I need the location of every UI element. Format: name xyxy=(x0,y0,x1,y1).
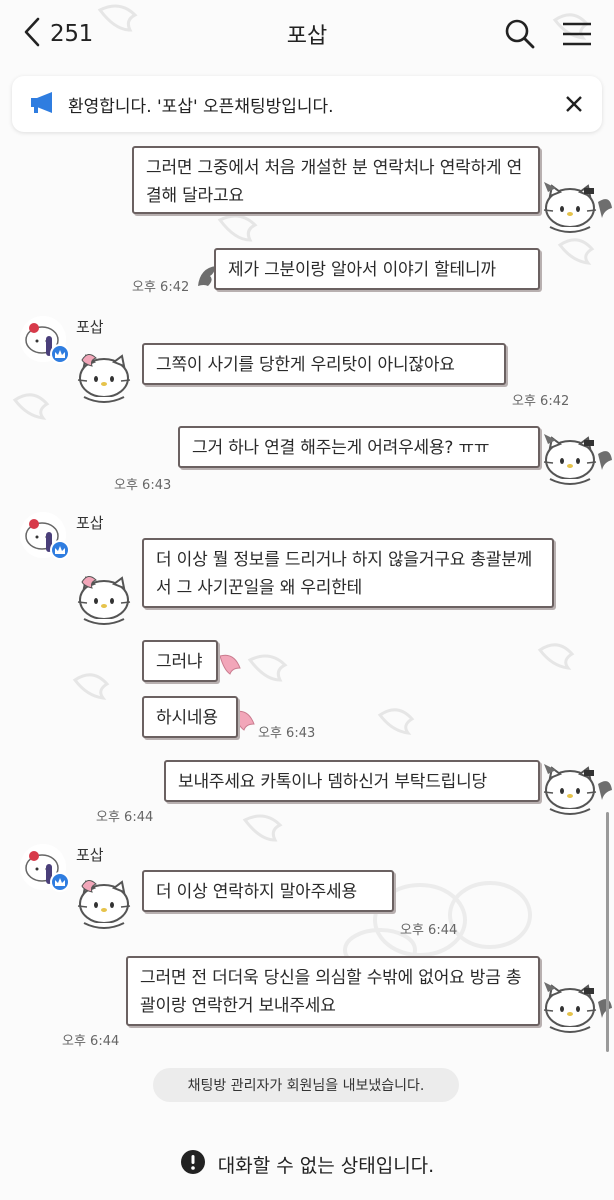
timestamp: 오후 6:43 xyxy=(114,478,172,493)
kitty-devil-sticker-icon xyxy=(543,182,612,233)
status-text: 대화할 수 없는 상태입니다. xyxy=(217,1154,435,1177)
kitty-bow-sticker-icon xyxy=(77,576,131,625)
other-message-bubble[interactable]: 하시네용 xyxy=(142,696,238,738)
pink-wing-icon xyxy=(219,654,241,675)
exclamation-circle-icon xyxy=(180,1149,206,1179)
other-message-bubble[interactable]: 그러냐 xyxy=(142,640,218,682)
message-text: 그쪽이 사기를 당한게 우리탓이 아니잖아요 xyxy=(156,355,455,375)
timestamp: 오후 6:44 xyxy=(62,1034,120,1049)
unread-count: 251 xyxy=(50,21,93,47)
notice-text: 환영합니다. '포삽' 오픈채팅방입니다. xyxy=(68,96,334,117)
my-message-bubble[interactable]: 그러면 그중에서 처음 개설한 분 연락처나 연락하게 연결해 달라고요 xyxy=(132,146,540,214)
kitty-devil-sticker-icon xyxy=(543,982,612,1033)
message-text: 그러냐 xyxy=(156,652,203,672)
avatar[interactable] xyxy=(20,844,70,892)
other-message-bubble[interactable]: 더 이상 연락하지 말아주세용 xyxy=(142,870,394,912)
system-message: 채팅방 관리자가 회원님을 내보냈습니다. xyxy=(153,1068,459,1102)
chat-header: 251 포삽 xyxy=(0,0,614,68)
kitty-bow-sticker-icon xyxy=(77,354,131,403)
scrollbar[interactable] xyxy=(606,812,609,1052)
message-text: 제가 그분이랑 알아서 이야기 할테니까 xyxy=(228,260,496,280)
avatar[interactable] xyxy=(20,512,70,560)
notice-banner[interactable]: 환영합니다. '포삽' 오픈채팅방입니다. xyxy=(12,76,602,132)
crown-icon xyxy=(50,344,70,364)
chat-status-bar: 대화할 수 없는 상태입니다. xyxy=(0,1148,614,1180)
kitty-bow-sticker-icon xyxy=(77,880,131,929)
megaphone-icon xyxy=(30,90,56,118)
search-icon[interactable] xyxy=(504,18,536,50)
message-text: 하시네용 xyxy=(156,708,218,728)
message-text: 더 이상 연락하지 말아주세용 xyxy=(156,882,357,902)
other-message-bubble[interactable]: 더 이상 뭘 정보를 드리거나 하지 않을거구요 총괄분께서 그 사기꾼일을 왜… xyxy=(142,538,554,608)
message-text: 그러면 전 더더욱 당신을 의심할 수밖에 없어요 방금 총괄이랑 연락한거 보… xyxy=(140,968,522,1016)
message-text: 더 이상 뭘 정보를 드리거나 하지 않을거구요 총괄분께서 그 사기꾼일을 왜… xyxy=(156,550,533,598)
my-message-bubble[interactable]: 그러면 전 더더욱 당신을 의심할 수밖에 없어요 방금 총괄이랑 연락한거 보… xyxy=(126,956,540,1026)
sender-name: 포삽 xyxy=(76,514,104,532)
message-text: 그거 하나 연결 해주는게 어려우세용? ㅠㅠ xyxy=(192,438,490,458)
my-message-bubble[interactable]: 제가 그분이랑 알아서 이야기 할테니까 xyxy=(214,248,540,290)
kitty-devil-sticker-icon xyxy=(543,764,612,815)
back-button[interactable]: 251 xyxy=(22,17,93,51)
other-message-bubble[interactable]: 그쪽이 사기를 당한게 우리탓이 아니잖아요 xyxy=(142,343,506,385)
crown-icon xyxy=(50,540,70,560)
my-message-bubble[interactable]: 그거 하나 연결 해주는게 어려우세용? ㅠㅠ xyxy=(178,426,540,468)
sender-name: 포삽 xyxy=(76,318,104,336)
my-message-bubble[interactable]: 보내주세요 카톡이나 뎀하신거 부탁드립니당 xyxy=(164,760,540,802)
timestamp: 오후 6:42 xyxy=(132,280,190,295)
sender-name: 포삽 xyxy=(76,846,104,864)
timestamp: 오후 6:44 xyxy=(96,810,154,825)
timestamp: 오후 6:44 xyxy=(400,923,458,938)
hamburger-menu-icon[interactable] xyxy=(562,21,592,47)
avatar[interactable] xyxy=(20,316,70,364)
timestamp: 오후 6:42 xyxy=(512,394,570,409)
kitty-devil-sticker-icon xyxy=(543,434,612,485)
message-text: 보내주세요 카톡이나 뎀하신거 부탁드립니당 xyxy=(178,772,487,792)
chevron-left-icon xyxy=(22,17,42,51)
crown-icon xyxy=(50,872,70,892)
message-text: 그러면 그중에서 처음 개설한 분 연락처나 연락하게 연결해 달라고요 xyxy=(146,158,523,206)
close-icon[interactable] xyxy=(564,94,584,114)
timestamp: 오후 6:43 xyxy=(258,726,316,741)
